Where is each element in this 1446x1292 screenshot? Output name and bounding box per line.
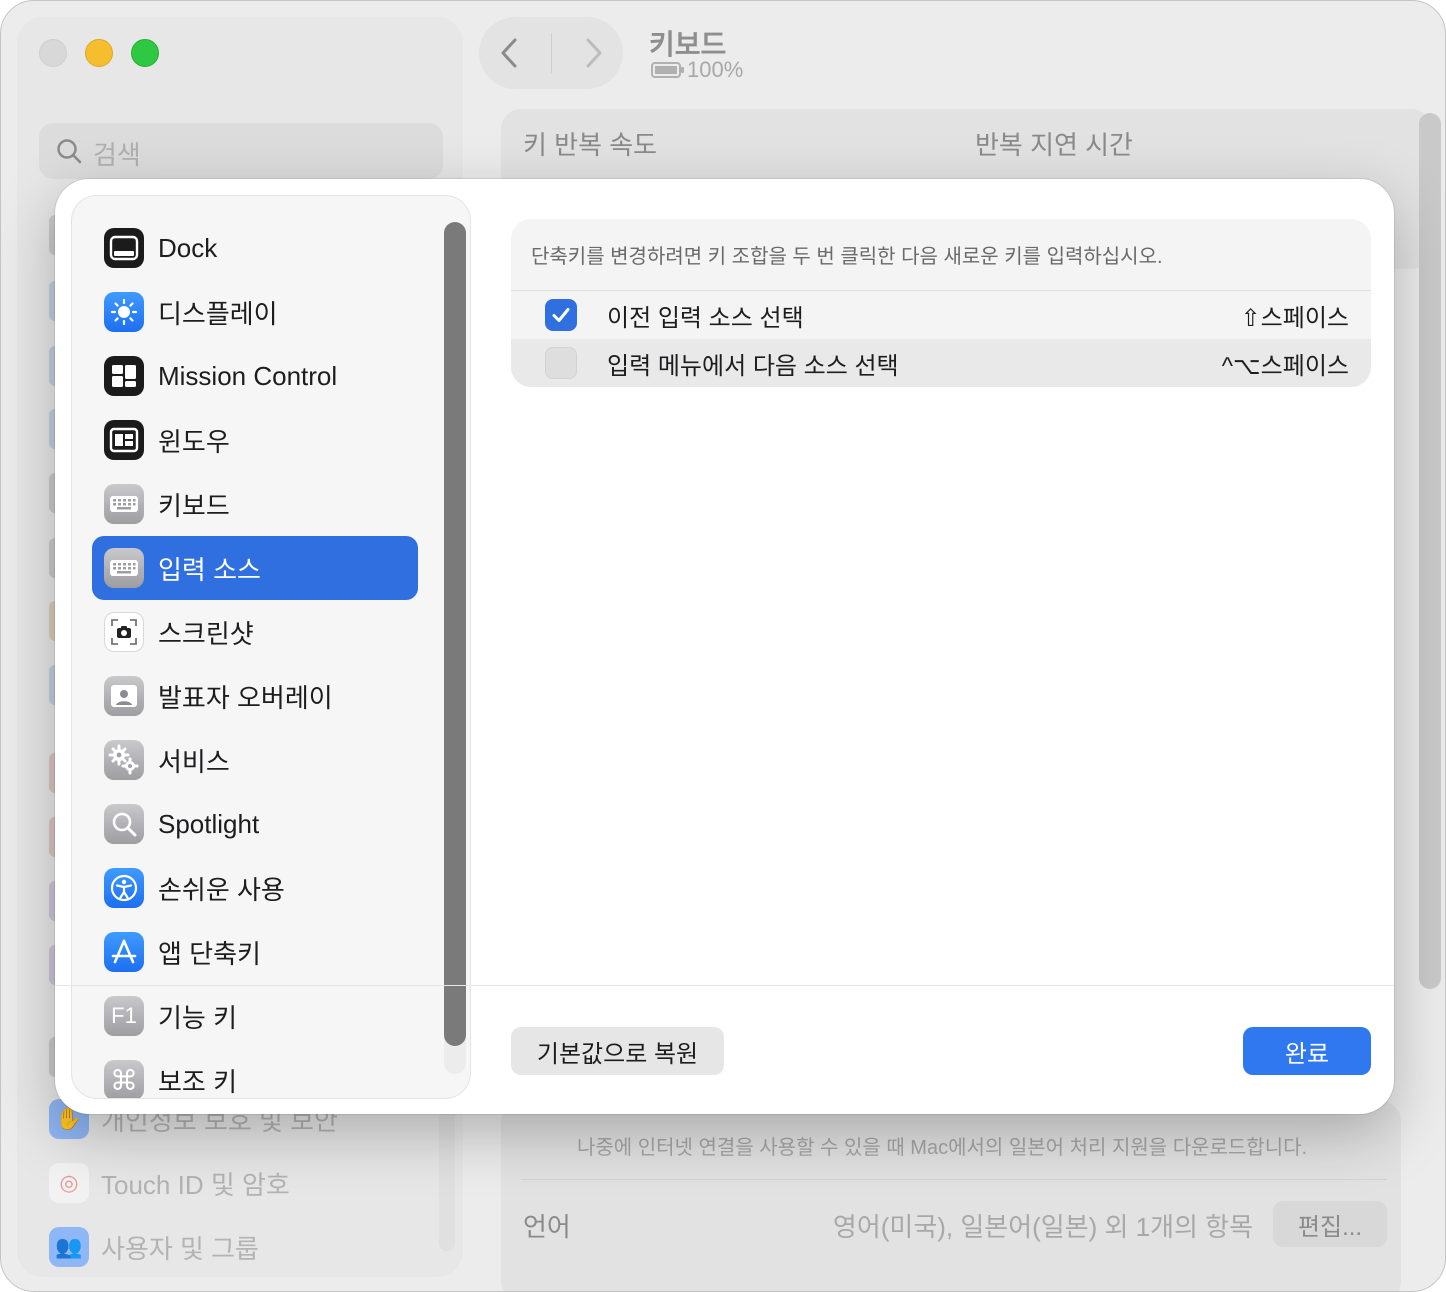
keyboard-icon — [104, 484, 144, 524]
fingerprint-icon: ◎ — [49, 1163, 89, 1203]
camera-icon — [104, 612, 144, 652]
sidebar-item-label: 윈도우 — [158, 426, 230, 457]
f1-icon: F1 — [104, 996, 144, 1036]
shortcut-label: 이전 입력 소스 선택 — [607, 304, 804, 332]
search-input[interactable]: 검색 — [39, 123, 443, 179]
sidebar-item-label: Spotlight — [158, 808, 260, 839]
language-card — [501, 1101, 1401, 1291]
restore-defaults-button[interactable]: 기본값으로 복원 — [511, 1027, 724, 1075]
sidebar-item-touch-id[interactable]: ◎ Touch ID 및 암호 — [49, 1161, 290, 1205]
sidebar-item-label: 서비스 — [158, 746, 230, 777]
sidebar-item-label: 손쉬운 사용 — [158, 874, 285, 905]
checkmark-icon — [552, 308, 570, 322]
sidebar-item-label: 보조 키 — [158, 1066, 237, 1097]
search-icon — [57, 139, 82, 164]
shortcut-row[interactable]: 이전 입력 소스 선택 ⇧스페이스 — [511, 291, 1371, 339]
sidebar-item-label: Dock — [158, 232, 218, 263]
content-scrollbar[interactable] — [1419, 113, 1441, 989]
sidebar-item-label: 사용자 및 그룹 — [101, 1233, 259, 1264]
sidebar-item-users[interactable]: 👥 사용자 및 그룹 — [49, 1225, 259, 1269]
sidebar-item-input-sources[interactable]: 입력 소스 — [92, 536, 418, 600]
japanese-support-note: 나중에 인터넷 연결을 사용할 수 있을 때 Mac에서의 일본어 처리 지원을… — [577, 1137, 1308, 1159]
shortcut-key[interactable]: ⇧스페이스 — [1241, 298, 1349, 333]
language-value: 영어(미국), 일본어(일본) 외 1개의 항목 — [832, 1212, 1253, 1242]
battery-percentage: 100% — [687, 57, 744, 82]
shortcut-checkbox[interactable] — [545, 347, 577, 379]
sidebar-item-label: 앱 단축키 — [158, 938, 261, 969]
chevron-right-icon — [586, 38, 601, 68]
key-repeat-rate-label: 키 반복 속도 — [523, 130, 658, 160]
battery-status: 100% — [651, 57, 743, 83]
sidebar-item-presenter-overlay[interactable]: 발표자 오버레이 — [92, 664, 418, 728]
shortcut-checkbox[interactable] — [545, 299, 577, 331]
sidebar-item-label: 키보드 — [158, 490, 230, 521]
keyboard-icon — [104, 548, 144, 588]
forward-button[interactable] — [573, 33, 613, 73]
shortcut-list: 단축키를 변경하려면 키 조합을 두 번 클릭한 다음 새로운 키를 입력하십시… — [511, 219, 1371, 387]
sidebar-item-label: 스크린샷 — [158, 618, 254, 649]
delay-until-repeat-label: 반복 지연 시간 — [975, 130, 1133, 160]
magnifier-icon — [104, 804, 144, 844]
edit-languages-button[interactable]: 편집... — [1273, 1201, 1387, 1247]
app-store-icon — [104, 932, 144, 972]
sidebar-item-spotlight[interactable]: Spotlight — [92, 792, 418, 856]
users-icon: 👥 — [49, 1227, 89, 1267]
shortcut-key[interactable]: ^⌥스페이스 — [1222, 346, 1349, 381]
sidebar-item-keyboard[interactable]: 키보드 — [92, 472, 418, 536]
sidebar-item-function-keys[interactable]: F1 기능 키 — [92, 984, 418, 1048]
sidebar-item-label: 입력 소스 — [158, 554, 261, 585]
sidebar-item-label: Mission Control — [158, 360, 338, 391]
minimize-window-button[interactable] — [85, 39, 113, 67]
shortcut-instruction: 단축키를 변경하려면 키 조합을 두 번 클릭한 다음 새로운 키를 입력하십시… — [511, 219, 1371, 291]
divider — [521, 1179, 1387, 1180]
sidebar-scrollbar[interactable] — [444, 222, 466, 1074]
zoom-window-button[interactable] — [131, 39, 159, 67]
close-window-button[interactable] — [39, 39, 67, 67]
shortcut-category-list: Dock 디스플레이 Mission Control 윈도우 키보드 입력 소스… — [92, 216, 418, 1098]
sidebar-item-label: 기능 키 — [158, 1002, 237, 1033]
sidebar-item-dock[interactable]: Dock — [92, 216, 418, 280]
command-icon: ⌘ — [104, 1060, 144, 1098]
gears-icon — [104, 740, 144, 780]
window-icon — [104, 420, 144, 460]
battery-icon — [651, 62, 684, 78]
sidebar-item-accessibility[interactable]: 손쉬운 사용 — [92, 856, 418, 920]
sidebar-scrollbar-thumb[interactable] — [444, 222, 466, 1046]
accessibility-icon — [104, 868, 144, 908]
sidebar-item-app-shortcuts[interactable]: 앱 단축키 — [92, 920, 418, 984]
search-placeholder: 검색 — [93, 140, 141, 170]
shortcuts-sheet: Dock 디스플레이 Mission Control 윈도우 키보드 입력 소스… — [55, 179, 1394, 1114]
dock-icon — [104, 228, 144, 268]
language-label: 언어 — [523, 1212, 571, 1242]
back-button[interactable] — [490, 33, 530, 73]
footer-divider — [55, 985, 1394, 986]
sidebar-item-label: 디스플레이 — [158, 298, 278, 329]
sidebar-item-services[interactable]: 서비스 — [92, 728, 418, 792]
sun-icon — [104, 292, 144, 332]
shortcuts-panel: 단축키를 변경하려면 키 조합을 두 번 클릭한 다음 새로운 키를 입력하십시… — [511, 219, 1371, 387]
sidebar-item-mission-control[interactable]: Mission Control — [92, 344, 418, 408]
presenter-icon — [104, 676, 144, 716]
shortcut-category-sidebar: Dock 디스플레이 Mission Control 윈도우 키보드 입력 소스… — [71, 195, 471, 1099]
mission-control-icon — [104, 356, 144, 396]
sidebar-item-modifier-keys[interactable]: ⌘ 보조 키 — [92, 1048, 418, 1098]
shortcut-label: 입력 메뉴에서 다음 소스 선택 — [607, 352, 899, 380]
shortcut-row[interactable]: 입력 메뉴에서 다음 소스 선택 ^⌥스페이스 — [511, 339, 1371, 387]
sidebar-item-windows[interactable]: 윈도우 — [92, 408, 418, 472]
navigation-controls — [479, 17, 623, 89]
nav-divider — [550, 33, 552, 73]
sidebar-item-display[interactable]: 디스플레이 — [92, 280, 418, 344]
done-button[interactable]: 완료 — [1243, 1027, 1371, 1075]
sidebar-item-label: 발표자 오버레이 — [158, 682, 333, 713]
settings-window: 검색 ✋ 개인정보 보호 및 보안 ◎ Touch ID 및 암호 👥 사용자 … — [0, 0, 1446, 1292]
chevron-left-icon — [501, 38, 516, 68]
sidebar-item-label: Touch ID 및 암호 — [101, 1169, 290, 1200]
sidebar-item-screenshots[interactable]: 스크린샷 — [92, 600, 418, 664]
